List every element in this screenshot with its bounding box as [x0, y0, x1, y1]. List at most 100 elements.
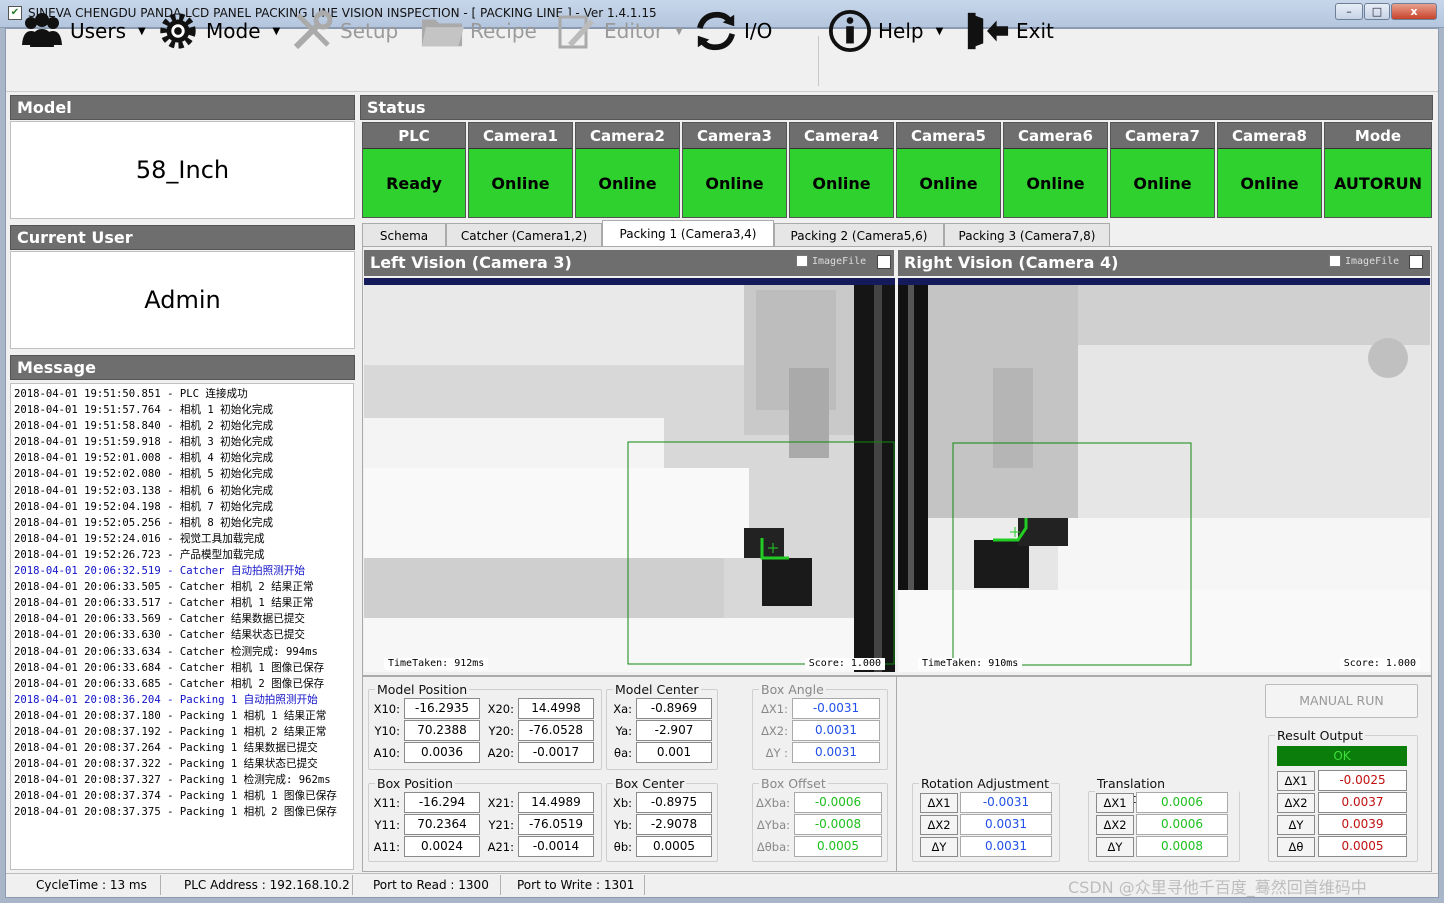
recipe-button[interactable]: Recipe — [420, 6, 537, 56]
a20-field: -0.0017 — [518, 742, 594, 763]
xb-field: -0.8975 — [636, 792, 712, 813]
theta-b-label: θb: — [613, 840, 632, 854]
help-menu[interactable]: Help ▼ — [828, 6, 943, 56]
dropdown-arrow-icon: ▼ — [935, 25, 944, 37]
dtba-label: Δθba: — [756, 840, 790, 854]
x21-field: 14.4989 — [518, 792, 594, 813]
a10-label: A10: — [373, 746, 400, 760]
editor-menu[interactable]: Editor ▼ — [554, 6, 683, 56]
setup-button[interactable]: Setup — [290, 6, 398, 56]
y10-label: Y10: — [374, 724, 400, 738]
tab-3[interactable]: Packing 2 (Camera5,6) — [774, 223, 944, 246]
message-line: 2018-04-01 20:06:33.505 - Catcher 相机 2 结… — [14, 581, 314, 594]
tools-icon — [290, 9, 334, 53]
dxba-label: ΔXba: — [756, 796, 790, 810]
message-line: 2018-04-01 19:52:05.256 - 相机 8 初始化完成 — [14, 516, 274, 529]
left-time-taken: TimeTaken: 912ms — [384, 658, 489, 670]
a10-field: 0.0036 — [404, 742, 480, 763]
minimize-button[interactable]: – — [1335, 3, 1363, 20]
y21-label: Y21: — [488, 818, 514, 832]
dtba-field: 0.0005 — [794, 836, 882, 857]
left-view-select-box[interactable] — [877, 255, 891, 269]
io-button[interactable]: I/O — [694, 6, 772, 56]
manual-run-button[interactable]: MANUAL RUN — [1265, 684, 1418, 718]
maximize-button[interactable]: □ — [1364, 3, 1390, 20]
status-camera6: Camera6 Online — [1003, 122, 1108, 218]
left-score: Score: 1.000 — [804, 658, 885, 670]
out-dx2-field: 0.0037 — [1318, 792, 1407, 813]
rot-dy-field: 0.0031 — [960, 836, 1052, 857]
a21-field: -0.0014 — [518, 836, 594, 857]
message-line: 2018-04-01 20:08:37.374 - Packing 1 相机 1… — [14, 790, 337, 803]
ya-label: Ya: — [615, 724, 632, 738]
message-line: 2018-04-01 20:08:37.375 - Packing 1 相机 2… — [14, 806, 337, 819]
rot-dy-label: ΔY — [920, 837, 958, 857]
port-to-write: Port to Write : 1301 — [517, 878, 635, 892]
status-camera5: Camera5 Online — [896, 122, 1001, 218]
message-line: 2018-04-01 20:06:33.517 - Catcher 相机 1 结… — [14, 597, 314, 610]
message-log[interactable]: 2018-04-01 19:51:50.851 - PLC 连接成功 2018-0… — [10, 383, 354, 870]
status-column-header: Camera2 — [576, 123, 679, 149]
current-user-value: Admin — [10, 251, 355, 349]
recipe-label: Recipe — [470, 19, 537, 43]
checkbox-icon — [796, 255, 808, 267]
a11-label: A11: — [373, 840, 400, 854]
x10-label: X10: — [373, 702, 400, 716]
x21-label: X21: — [487, 796, 514, 810]
box-angle-legend: Box Angle — [761, 682, 824, 697]
trans-dx1-label: ΔX1 — [1096, 793, 1134, 813]
message-header: Message — [10, 355, 355, 380]
mode-menu[interactable]: Mode ▼ — [156, 6, 280, 56]
dxba-field: -0.0006 — [794, 792, 882, 813]
right-camera-image[interactable]: TimeTaken: 910ms Score: 1.000 — [898, 278, 1430, 672]
message-line: 2018-04-01 19:51:50.851 - PLC 连接成功 — [14, 388, 248, 400]
imagefile-label: ImageFile — [812, 255, 867, 267]
tab-0[interactable]: Schema — [362, 223, 446, 246]
status-indicator: Online — [897, 149, 1000, 217]
exit-button[interactable]: Exit — [966, 6, 1054, 56]
status-camera4: Camera4 Online — [789, 122, 894, 218]
out-dx1-label: ΔX1 — [1277, 771, 1315, 791]
rot-dx1-field: -0.0031 — [960, 792, 1052, 813]
left-imagefile-toggle[interactable]: ImageFile — [796, 255, 866, 267]
users-menu[interactable]: Users ▼ — [20, 6, 146, 56]
dyba-field: -0.0008 — [794, 814, 882, 835]
right-imagefile-toggle[interactable]: ImageFile — [1329, 255, 1399, 267]
status-column-header: Camera7 — [1111, 123, 1214, 149]
sync-icon — [694, 9, 738, 53]
mode-label: Mode — [206, 19, 261, 43]
tab-2[interactable]: Packing 1 (Camera3,4) — [602, 220, 774, 247]
setup-label: Setup — [340, 19, 399, 43]
imagefile-label: ImageFile — [1345, 255, 1400, 267]
ya-field: -2.907 — [636, 720, 712, 741]
model-center-legend: Model Center — [615, 682, 699, 697]
message-line: 2018-04-01 20:08:37.322 - Packing 1 结果状态… — [14, 758, 318, 771]
box-angle-dy-label: ΔY : — [765, 746, 788, 760]
dyba-label: ΔYba: — [756, 818, 790, 832]
model-value: 58_Inch — [10, 121, 355, 219]
rot-dx2-label: ΔX2 — [920, 815, 958, 835]
status-indicator: Online — [469, 149, 572, 217]
message-line: 2018-04-01 20:08:37.180 - Packing 1 相机 1… — [14, 709, 327, 722]
y10-field: 70.2388 — [404, 720, 480, 741]
results-divider — [896, 676, 897, 872]
message-line: 2018-04-01 19:52:24.016 - 视觉工具加载完成 — [14, 532, 265, 545]
status-plc: PLC Ready — [362, 122, 466, 218]
box-center-legend: Box Center — [615, 776, 685, 791]
status-camera7: Camera7 Online — [1110, 122, 1215, 218]
close-button[interactable]: x — [1391, 3, 1437, 20]
yb-field: -2.9078 — [636, 814, 712, 835]
editor-label: Editor — [604, 19, 664, 43]
edit-icon — [554, 9, 598, 53]
left-camera-image[interactable]: TimeTaken: 912ms Score: 1.000 — [364, 278, 895, 672]
out-dy-field: 0.0039 — [1318, 814, 1407, 835]
xb-label: Xb: — [612, 796, 632, 810]
folder-icon — [420, 9, 464, 53]
status-mode: Mode AUTORUN — [1324, 122, 1432, 218]
tab-4[interactable]: Packing 3 (Camera7,8) — [944, 223, 1110, 246]
right-view-select-box[interactable] — [1409, 255, 1423, 269]
rotation-adjustment-legend: Rotation Adjustment — [921, 776, 1050, 791]
gear-icon — [156, 9, 200, 53]
message-line: 2018-04-01 20:06:33.634 - Catcher 检测完成: … — [14, 645, 318, 658]
tab-1[interactable]: Catcher (Camera1,2) — [446, 223, 602, 246]
